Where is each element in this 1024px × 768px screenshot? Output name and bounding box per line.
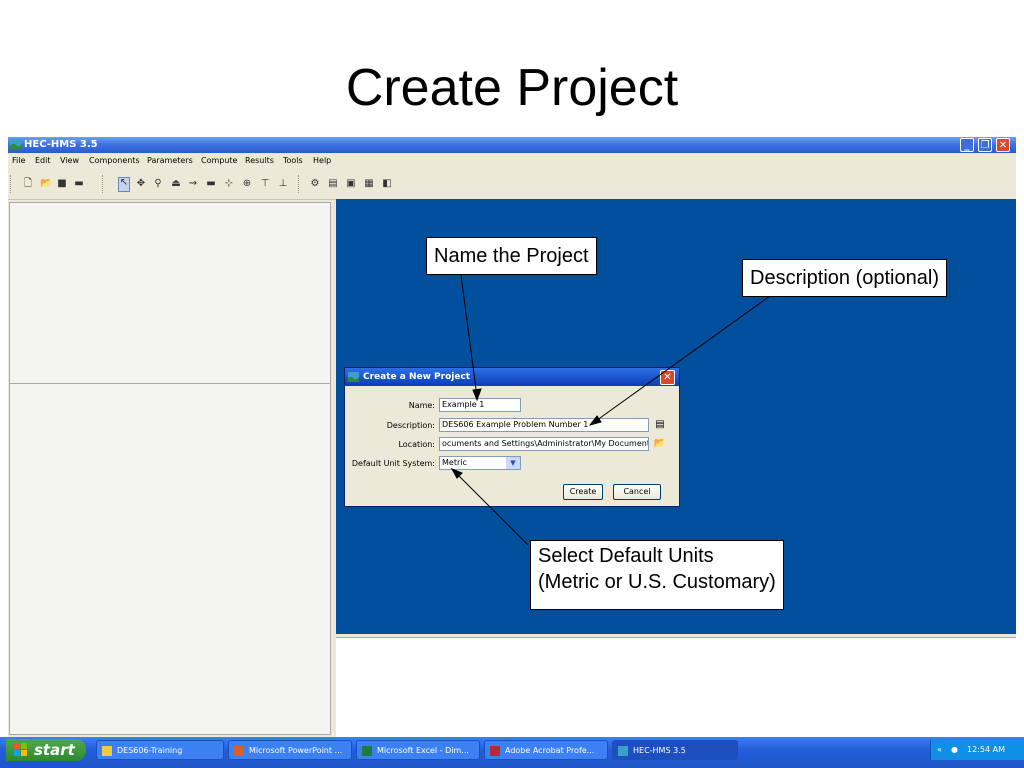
menu-parameters[interactable]: Parameters bbox=[147, 153, 193, 168]
acrobat-icon bbox=[490, 746, 500, 756]
menubar: File Edit View Components Parameters Com… bbox=[8, 153, 1016, 168]
network-icon[interactable]: ● bbox=[951, 740, 958, 760]
save-icon[interactable]: ■ bbox=[57, 179, 67, 189]
location-field[interactable]: ocuments and Settings\Administrator\My D… bbox=[439, 437, 649, 451]
units-callout-line1: Select Default Units bbox=[538, 545, 714, 567]
message-log-pane[interactable] bbox=[336, 637, 1016, 738]
system-tray: « ● 12:54 AM bbox=[930, 740, 1024, 760]
move-icon[interactable]: ✥ bbox=[136, 179, 146, 189]
menu-components[interactable]: Components bbox=[89, 153, 140, 168]
taskbar-item-label: HEC-HMS 3.5 bbox=[633, 746, 686, 755]
compute-icon[interactable]: ⚙ bbox=[310, 179, 320, 189]
reach-icon[interactable]: ⇝ bbox=[188, 179, 198, 189]
unit-system-value: Metric bbox=[442, 458, 467, 467]
menu-compute[interactable]: Compute bbox=[201, 153, 237, 168]
taskbar-item-label: Adobe Acrobat Profe... bbox=[505, 746, 595, 755]
source-icon[interactable]: ⊤ bbox=[260, 179, 270, 189]
maximize-button[interactable]: ❐ bbox=[978, 138, 992, 152]
subbasin-icon[interactable]: ⏏ bbox=[171, 179, 181, 189]
menu-view[interactable]: View bbox=[60, 153, 79, 168]
open-icon[interactable]: 📂 bbox=[40, 179, 52, 189]
menu-file[interactable]: File bbox=[12, 153, 25, 168]
folder-browse-icon[interactable]: 📂 bbox=[652, 436, 668, 451]
reservoir-icon[interactable]: ▬ bbox=[206, 179, 216, 189]
toolbar-separator bbox=[298, 175, 301, 193]
clock[interactable]: 12:54 AM bbox=[967, 740, 1005, 760]
slide-title: Create Project bbox=[345, 59, 679, 117]
description-label: Description: bbox=[386, 421, 435, 430]
print-icon[interactable]: ▬ bbox=[74, 179, 84, 189]
start-label: start bbox=[34, 741, 75, 759]
watershed-explorer-pane[interactable] bbox=[9, 202, 331, 384]
sink-icon[interactable]: ⊥ bbox=[278, 179, 288, 189]
create-project-dialog: Create a New Project ✕ Name: Example 1 D… bbox=[344, 367, 680, 507]
start-button[interactable]: start bbox=[6, 739, 86, 761]
taskbar-item-excel[interactable]: Microsoft Excel - Dim... bbox=[356, 740, 480, 760]
create-button[interactable]: Create bbox=[563, 484, 603, 500]
component-editor-pane[interactable] bbox=[9, 383, 331, 735]
new-icon[interactable]: 🗋 bbox=[23, 179, 33, 189]
dialog-title: Create a New Project bbox=[363, 372, 471, 382]
hec-hms-app-icon bbox=[348, 372, 359, 382]
results-icon[interactable]: ▤ bbox=[328, 179, 338, 189]
location-label: Location: bbox=[398, 440, 435, 449]
name-field[interactable]: Example 1 bbox=[439, 398, 521, 412]
menu-results[interactable]: Results bbox=[245, 153, 274, 168]
chevron-down-icon[interactable]: ▼ bbox=[506, 457, 520, 469]
name-callout: Name the Project bbox=[426, 237, 597, 275]
arrow-icon[interactable]: ↖ bbox=[118, 177, 130, 192]
description-field[interactable]: DES606 Example Problem Number 1 bbox=[439, 418, 649, 432]
units-callout: Select Default Units (Metric or U.S. Cus… bbox=[530, 540, 784, 610]
taskbar-item-label: Microsoft Excel - Dim... bbox=[377, 746, 469, 755]
taskbar: start DES606-Training Microsoft PowerPoi… bbox=[0, 737, 1024, 768]
window-title: HEC-HMS 3.5 bbox=[24, 139, 98, 150]
cancel-button[interactable]: Cancel bbox=[613, 484, 661, 500]
taskbar-item-hec-hms[interactable]: HEC-HMS 3.5 bbox=[612, 740, 738, 760]
window-titlebar[interactable]: HEC-HMS 3.5 _ ❐ ✕ bbox=[8, 137, 1016, 153]
close-button[interactable]: ✕ bbox=[996, 138, 1010, 152]
dialog-close-button[interactable]: ✕ bbox=[660, 370, 675, 385]
unit-system-label: Default Unit System: bbox=[351, 459, 435, 468]
menu-edit[interactable]: Edit bbox=[35, 153, 51, 168]
time-series-icon[interactable]: ◧ bbox=[382, 179, 392, 189]
tray-expand-icon[interactable]: « bbox=[937, 740, 942, 760]
excel-icon bbox=[362, 746, 372, 756]
dialog-titlebar[interactable]: Create a New Project ✕ bbox=[345, 368, 679, 386]
junction-icon[interactable]: ⊹ bbox=[224, 179, 234, 189]
taskbar-item-label: Microsoft PowerPoint ... bbox=[249, 746, 343, 755]
units-callout-line2: (Metric or U.S. Customary) bbox=[538, 571, 776, 593]
taskbar-item-label: DES606-Training bbox=[117, 746, 183, 755]
toolbar-separator bbox=[10, 175, 13, 193]
description-callout: Description (optional) bbox=[742, 259, 947, 297]
name-label: Name: bbox=[408, 401, 435, 410]
folder-icon bbox=[102, 746, 112, 756]
taskbar-item-des606-training[interactable]: DES606-Training bbox=[96, 740, 224, 760]
table-icon[interactable]: ▦ bbox=[364, 179, 374, 189]
toolbar-separator bbox=[102, 175, 105, 193]
menu-help[interactable]: Help bbox=[313, 153, 331, 168]
graph-icon[interactable]: ▣ bbox=[346, 179, 356, 189]
unit-system-select[interactable]: Metric ▼ bbox=[439, 456, 521, 470]
powerpoint-icon bbox=[234, 746, 244, 756]
description-editor-icon[interactable]: ▤ bbox=[652, 417, 668, 432]
toolbar: 🗋 📂 ■ ▬ ↖ ✥ ⚲ ⏏ ⇝ ▬ ⊹ ⊕ ⊤ ⊥ ⚙ ▤ ▣ ▦ ◧ bbox=[8, 169, 1016, 200]
windows-flag-icon bbox=[14, 743, 27, 756]
hec-hms-app-icon bbox=[618, 746, 628, 756]
minimize-button[interactable]: _ bbox=[960, 138, 974, 152]
hec-hms-app-icon bbox=[10, 139, 22, 150]
taskbar-item-acrobat[interactable]: Adobe Acrobat Profe... bbox=[484, 740, 608, 760]
menu-tools[interactable]: Tools bbox=[283, 153, 303, 168]
diversion-icon[interactable]: ⊕ bbox=[242, 179, 252, 189]
taskbar-item-powerpoint[interactable]: Microsoft PowerPoint ... bbox=[228, 740, 352, 760]
zoom-icon[interactable]: ⚲ bbox=[153, 179, 163, 189]
